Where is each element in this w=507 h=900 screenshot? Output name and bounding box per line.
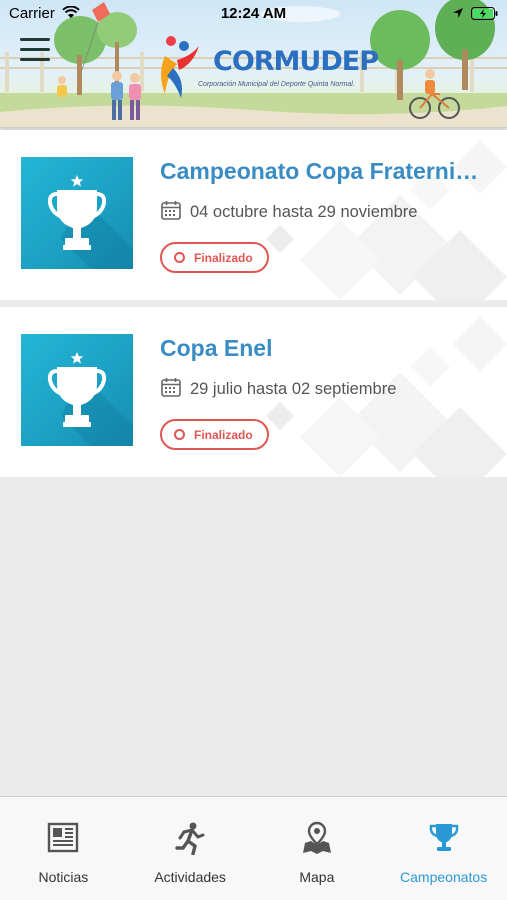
campeonato-thumbnail [21, 334, 133, 446]
status-badge-label: Finalizado [194, 427, 253, 442]
status-time: 12:24 AM [220, 5, 287, 22]
tab-label: Actividades [154, 869, 226, 885]
tab-label: Campeonatos [400, 869, 488, 885]
trophy-icon [47, 175, 107, 250]
logo-athlete-icon [161, 36, 199, 98]
campeonato-thumbnail [21, 157, 133, 269]
app-header: Carrier 12:24 AM CORMUDEP Corporación Mu… [0, 0, 507, 128]
status-badge: Finalizado [160, 242, 269, 273]
campeonato-card[interactable]: Campeonato Copa Fraternidad 04 octubre h… [0, 130, 507, 300]
status-circle-icon [174, 429, 185, 440]
campeonato-title: Campeonato Copa Fraternidad [160, 158, 490, 184]
tab-mapa[interactable]: Mapa [254, 797, 381, 900]
tab-noticias[interactable]: Noticias [0, 797, 127, 900]
runner-icon [175, 822, 205, 855]
campeonato-dates: 04 octubre hasta 29 noviembre [190, 203, 418, 221]
campeonatos-list: Campeonato Copa Fraternidad 04 octubre h… [0, 130, 507, 477]
logo-title: CORMUDEP [213, 46, 379, 77]
tab-label: Noticias [38, 869, 89, 885]
status-circle-icon [174, 252, 185, 263]
campeonato-dates: 29 julio hasta 02 septiembre [190, 380, 397, 398]
trophy-icon [47, 352, 107, 427]
map-pin-icon [302, 821, 331, 854]
status-bar: Carrier 12:24 AM [0, 0, 507, 28]
logo-subtitle: Corporación Municipal del Deporte Quinta… [198, 81, 355, 88]
calendar-icon [161, 378, 181, 397]
tab-label: Mapa [299, 869, 335, 885]
calendar-icon [161, 201, 181, 220]
tab-actividades[interactable]: Actividades [127, 797, 254, 900]
newspaper-icon [48, 822, 79, 853]
campeonato-card[interactable]: Copa Enel 29 julio hasta 02 septiembre F… [0, 307, 507, 477]
bottom-tab-bar: Noticias Actividades Mapa Campeonatos [0, 796, 507, 900]
campeonato-title: Copa Enel [160, 335, 273, 361]
status-badge-label: Finalizado [194, 250, 253, 265]
trophy-icon [429, 824, 458, 851]
hamburger-menu-icon[interactable] [20, 38, 52, 62]
status-badge: Finalizado [160, 419, 269, 450]
tab-campeonatos[interactable]: Campeonatos [380, 797, 507, 900]
cormudep-logo: CORMUDEP Corporación Municipal del Depor… [155, 34, 379, 100]
battery-charging-icon [471, 7, 498, 20]
location-arrow-icon [453, 8, 463, 18]
